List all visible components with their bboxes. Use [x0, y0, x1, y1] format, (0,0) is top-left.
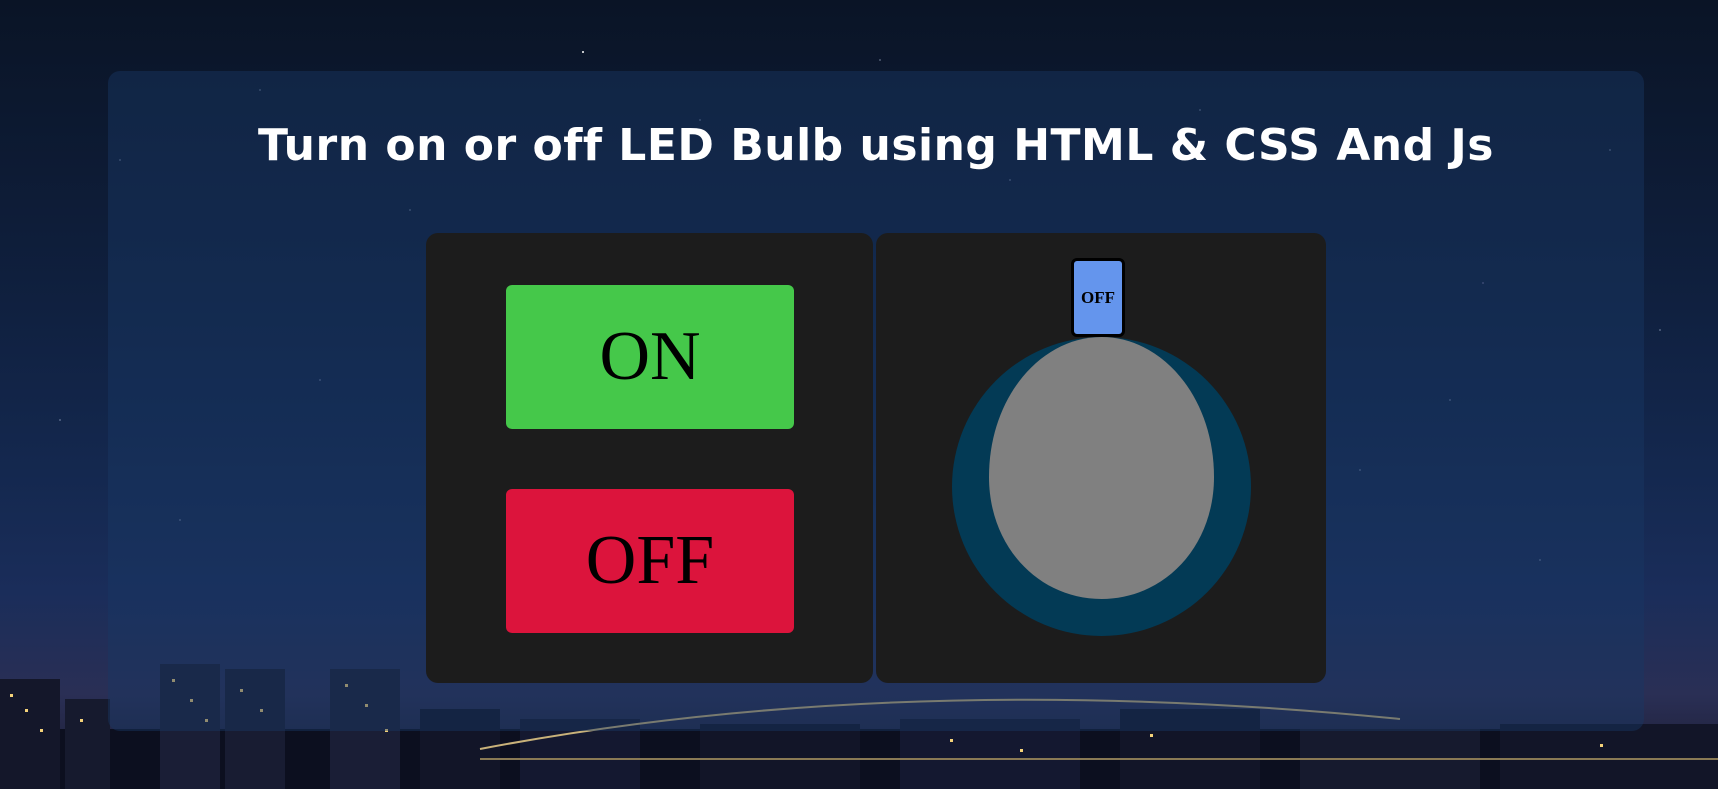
page-title: Turn on or off LED Bulb using HTML & CSS… — [258, 120, 1494, 171]
controls-box: ON OFF — [426, 233, 873, 683]
off-button[interactable]: OFF — [506, 489, 794, 633]
bulb-box: OFF — [876, 233, 1326, 683]
on-button[interactable]: ON — [506, 285, 794, 429]
bulb-icon — [952, 337, 1251, 636]
bulb-state-toggle[interactable]: OFF — [1071, 258, 1125, 337]
